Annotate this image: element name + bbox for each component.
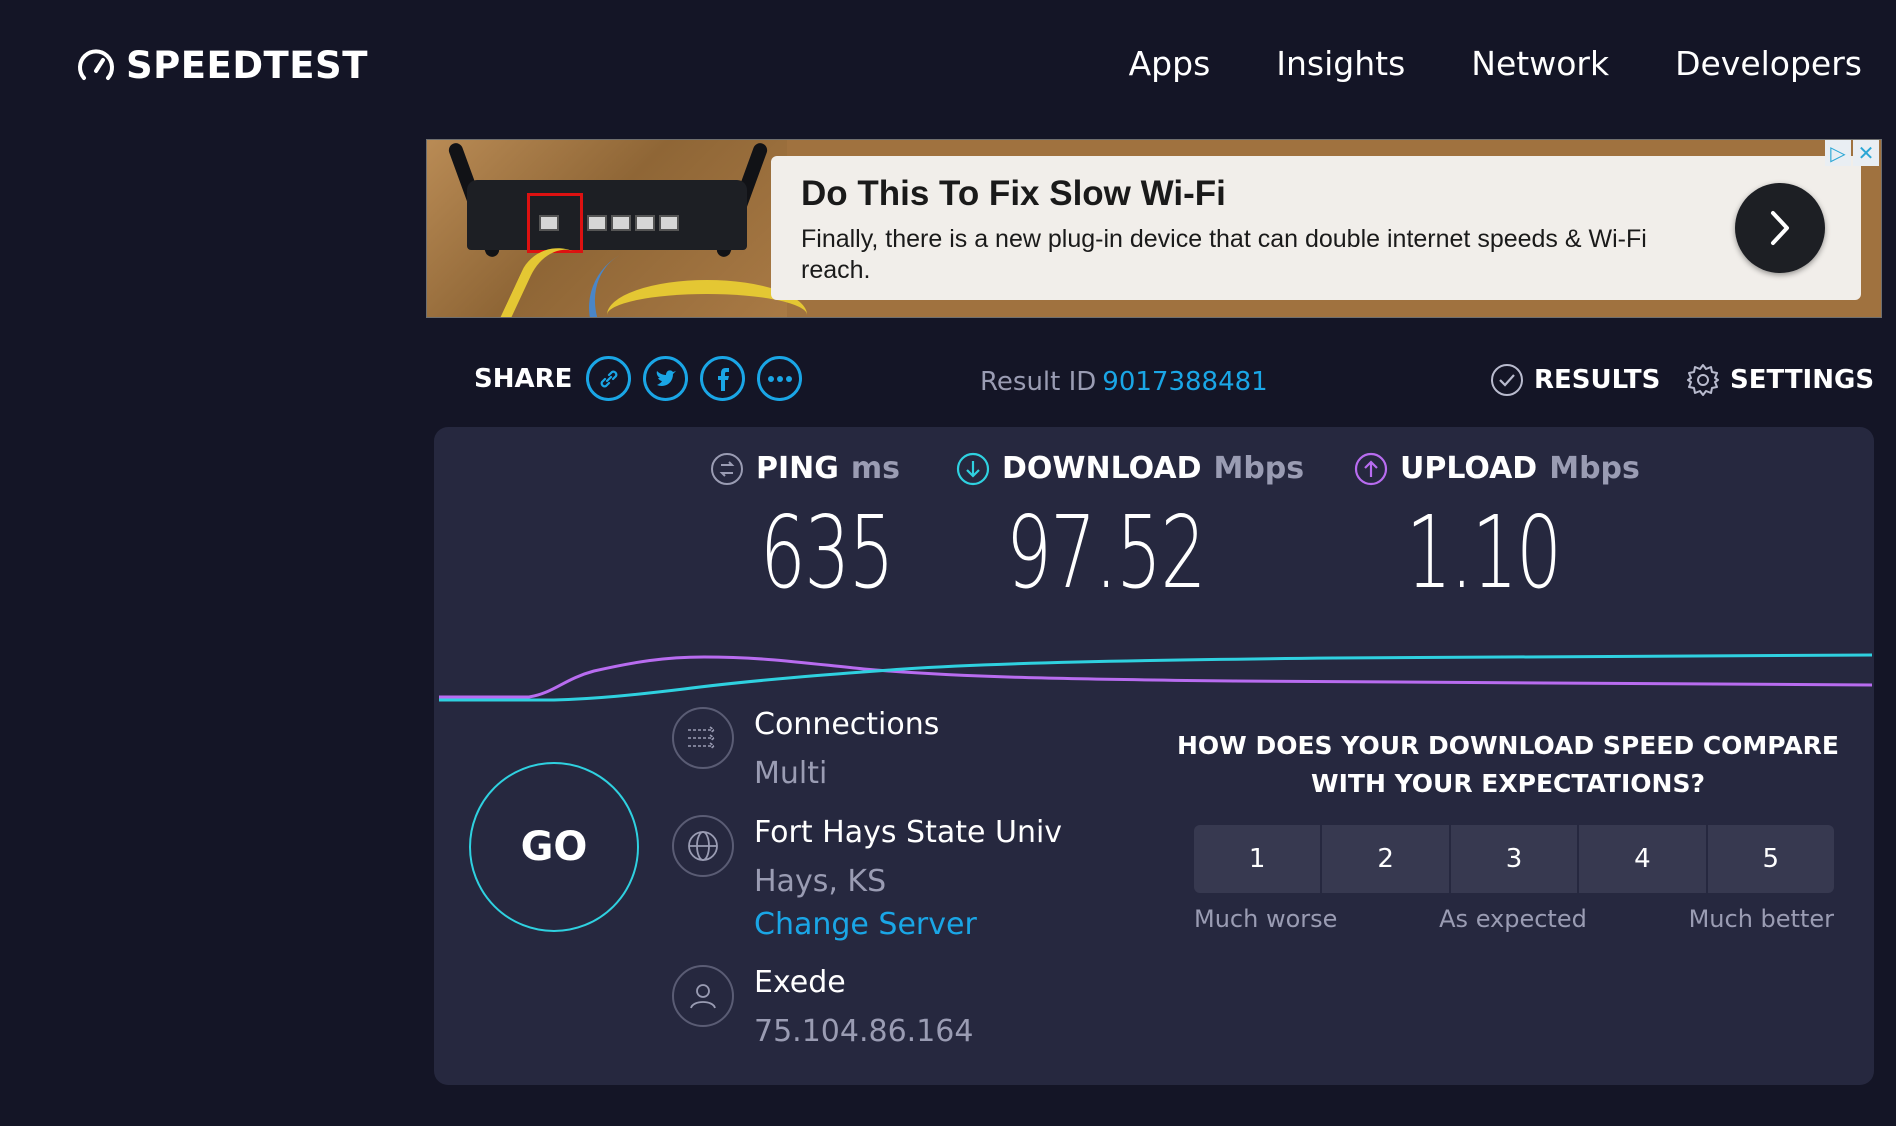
download-unit: Mbps bbox=[1213, 451, 1305, 486]
ad-choices[interactable]: ▷ ✕ bbox=[1825, 140, 1879, 166]
server-info: Fort Hays State Univ Hays, KS Change Ser… bbox=[672, 815, 1062, 942]
settings-button[interactable]: SETTINGS bbox=[1686, 363, 1874, 397]
ad-body: Finally, there is a new plug-in device t… bbox=[801, 225, 1647, 284]
ad-choices-icon[interactable]: ▷ bbox=[1825, 140, 1851, 166]
nav-insights[interactable]: Insights bbox=[1276, 44, 1405, 83]
ad-banner[interactable]: Do This To Fix Slow Wi-Fi Finally, there… bbox=[426, 139, 1882, 318]
speedometer-icon bbox=[78, 48, 114, 80]
connections-icon bbox=[672, 707, 734, 769]
download-metric: DOWNLOAD Mbps 97.52 bbox=[956, 451, 1304, 611]
globe-icon bbox=[672, 815, 734, 877]
link-icon[interactable] bbox=[586, 356, 632, 401]
result-id-label: Result ID bbox=[980, 367, 1097, 397]
upload-label: UPLOAD bbox=[1400, 451, 1538, 486]
twitter-icon[interactable] bbox=[643, 356, 689, 401]
ping-value: 635 bbox=[760, 494, 895, 611]
facebook-icon[interactable] bbox=[700, 356, 746, 401]
upload-unit: Mbps bbox=[1549, 451, 1640, 486]
server-location: Hays, KS bbox=[754, 864, 887, 899]
scale-mid-label: As expected bbox=[1439, 905, 1587, 933]
download-value: 97.52 bbox=[1006, 494, 1206, 611]
survey-scale-labels: Much worse As expected Much better bbox=[1194, 905, 1834, 933]
go-button[interactable]: GO bbox=[469, 762, 639, 932]
ping-icon bbox=[711, 452, 743, 485]
isp-info: Exede 75.104.86.164 bbox=[672, 965, 973, 1049]
ad-router-image bbox=[427, 140, 807, 317]
rating-4-button[interactable]: 4 bbox=[1579, 825, 1706, 893]
ad-close-icon[interactable]: ✕ bbox=[1853, 140, 1879, 166]
nav-developers[interactable]: Developers bbox=[1675, 44, 1862, 83]
more-icon[interactable] bbox=[757, 356, 803, 401]
gear-icon bbox=[1687, 364, 1719, 396]
upload-value: 1.10 bbox=[1406, 494, 1562, 611]
server-name: Fort Hays State Univ bbox=[754, 815, 1063, 850]
upload-metric: UPLOAD Mbps 1.10 bbox=[1354, 451, 1640, 611]
share-bar: SHARE bbox=[474, 356, 803, 401]
connections-info: Connections Multi bbox=[672, 707, 939, 791]
upload-icon bbox=[1354, 452, 1388, 485]
result-id: Result ID 9017388481 bbox=[980, 367, 1268, 397]
isp-name: Exede bbox=[754, 965, 846, 1000]
rating-1-button[interactable]: 1 bbox=[1194, 825, 1321, 893]
connections-title: Connections bbox=[754, 707, 940, 742]
results-button[interactable]: RESULTS bbox=[1490, 363, 1660, 397]
settings-label: SETTINGS bbox=[1730, 365, 1875, 395]
nav-apps[interactable]: Apps bbox=[1129, 44, 1211, 83]
nav-network[interactable]: Network bbox=[1471, 44, 1609, 83]
survey-question: HOW DOES YOUR DOWNLOAD SPEED COMPARE WIT… bbox=[1176, 731, 1839, 798]
check-circle-icon bbox=[1491, 364, 1523, 396]
scale-low-label: Much worse bbox=[1194, 905, 1338, 933]
rating-2-button[interactable]: 2 bbox=[1322, 825, 1449, 893]
scale-high-label: Much better bbox=[1688, 905, 1834, 933]
results-label: RESULTS bbox=[1534, 365, 1661, 395]
ping-label: PING bbox=[756, 451, 839, 486]
rating-3-button[interactable]: 3 bbox=[1450, 825, 1578, 893]
user-icon bbox=[672, 965, 734, 1027]
chevron-right-icon bbox=[1771, 211, 1789, 245]
connections-value: Multi bbox=[754, 756, 828, 791]
logo-text: SPEEDTEST bbox=[126, 44, 368, 87]
survey-rating: 1 2 3 4 5 bbox=[1194, 825, 1835, 893]
ping-unit: ms bbox=[850, 451, 901, 486]
rating-5-button[interactable]: 5 bbox=[1707, 825, 1835, 893]
main-nav: Apps Insights Network Developers bbox=[1129, 44, 1862, 83]
speed-graph bbox=[439, 653, 1873, 702]
ping-metric: PING ms 635 bbox=[710, 451, 945, 611]
download-line bbox=[439, 653, 1873, 702]
ad-title: Do This To Fix Slow Wi-Fi bbox=[801, 174, 1226, 213]
speedtest-logo[interactable]: SPEEDTEST bbox=[76, 44, 368, 87]
share-label: SHARE bbox=[474, 363, 573, 394]
change-server-link[interactable]: Change Server bbox=[754, 907, 1062, 942]
download-label: DOWNLOAD bbox=[1002, 451, 1202, 486]
result-id-value[interactable]: 9017388481 bbox=[1102, 367, 1267, 397]
results-panel: PING ms 635 DOWNLOAD Mbps 97.52 UPLOAD M… bbox=[434, 427, 1874, 1085]
ad-card[interactable]: Do This To Fix Slow Wi-Fi Finally, there… bbox=[771, 156, 1861, 300]
download-icon bbox=[956, 452, 990, 485]
isp-ip: 75.104.86.164 bbox=[754, 1014, 974, 1049]
ad-arrow-button[interactable] bbox=[1735, 183, 1825, 273]
